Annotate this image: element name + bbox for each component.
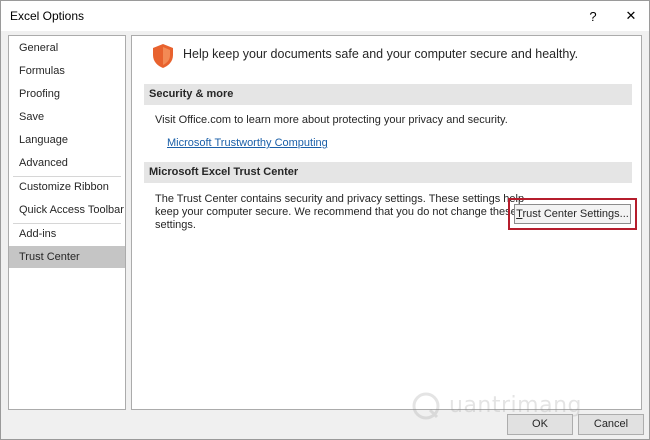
sidebar-item-trust-center[interactable]: Trust Center bbox=[9, 246, 125, 268]
sidebar-item-advanced[interactable]: Advanced bbox=[9, 152, 125, 174]
panel-header: Help keep your documents safe and your c… bbox=[183, 47, 579, 61]
excel-options-dialog: Excel Options ? ✕ General Formulas Proof… bbox=[0, 0, 650, 440]
options-sidebar: General Formulas Proofing Save Language … bbox=[8, 35, 126, 410]
sidebar-item-general[interactable]: General bbox=[9, 37, 125, 59]
sidebar-item-add-ins[interactable]: Add-ins bbox=[9, 223, 125, 245]
sidebar-item-quick-access-toolbar[interactable]: Quick Access Toolbar bbox=[9, 199, 125, 221]
trustworthy-computing-link[interactable]: Microsoft Trustworthy Computing bbox=[167, 137, 328, 149]
sidebar-item-proofing[interactable]: Proofing bbox=[9, 83, 125, 105]
security-description: Visit Office.com to learn more about pro… bbox=[155, 114, 508, 126]
sidebar-item-formulas[interactable]: Formulas bbox=[9, 60, 125, 82]
section-excel-trust-center: Microsoft Excel Trust Center bbox=[144, 162, 632, 183]
trust-center-description-line-3: settings. bbox=[155, 219, 196, 231]
sidebar-item-language[interactable]: Language bbox=[9, 129, 125, 151]
trust-center-settings-highlight: Trust Center Settings... bbox=[508, 198, 637, 230]
shield-icon bbox=[153, 44, 173, 68]
title-bar: Excel Options ? ✕ bbox=[1, 1, 649, 31]
watermark-logo-icon bbox=[412, 392, 440, 420]
trust-center-description-line-1: The Trust Center contains security and p… bbox=[155, 193, 525, 205]
button-label: rust Center Settings... bbox=[522, 208, 629, 220]
close-button[interactable]: ✕ bbox=[613, 1, 649, 31]
window-title: Excel Options bbox=[10, 9, 85, 23]
help-button[interactable]: ? bbox=[575, 1, 611, 31]
sidebar-item-customize-ribbon[interactable]: Customize Ribbon bbox=[9, 176, 125, 198]
trust-center-description-line-2: keep your computer secure. We recommend … bbox=[155, 206, 517, 218]
trust-center-panel: Help keep your documents safe and your c… bbox=[131, 35, 642, 410]
trust-center-settings-button[interactable]: Trust Center Settings... bbox=[514, 204, 631, 224]
section-security-more: Security & more bbox=[144, 84, 632, 105]
sidebar-item-save[interactable]: Save bbox=[9, 106, 125, 128]
cancel-button[interactable]: Cancel bbox=[578, 414, 644, 435]
ok-button[interactable]: OK bbox=[507, 414, 573, 435]
